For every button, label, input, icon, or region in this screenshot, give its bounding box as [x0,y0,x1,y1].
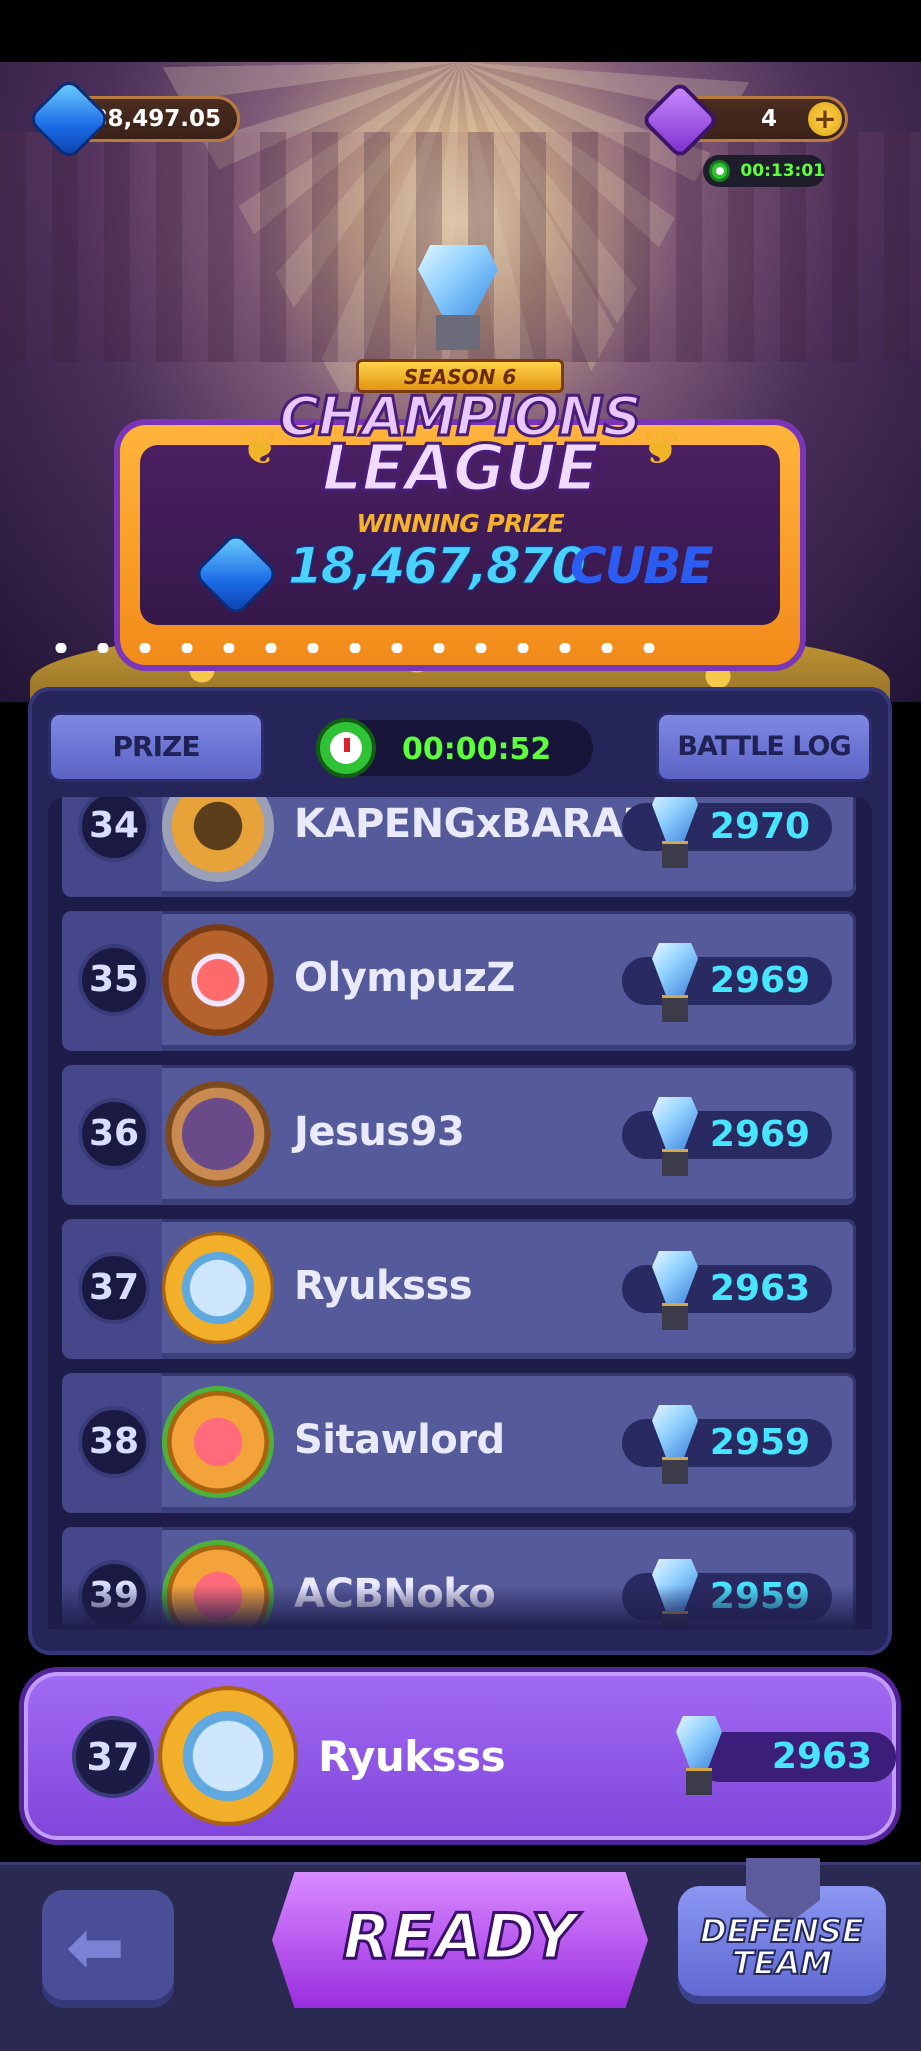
player-score: 2970 [709,806,811,847]
league-title-line2: LEAGUE [320,431,600,508]
my-rank-row[interactable]: 37 Ryuksss 2963 [24,1672,896,1840]
my-rank-badge: 37 [72,1716,154,1798]
player-name: Ryuksss [294,1263,473,1309]
leaderboard-row[interactable]: 39 ACBNoko 2959 [62,1527,856,1629]
winning-prize-unit: CUBE [570,537,714,595]
player-avatar [162,924,274,1036]
player-name: ACBNoko [294,1571,496,1617]
player-name: Jesus93 [294,1109,465,1155]
my-avatar [158,1686,298,1826]
key-balance-value: 4 [760,106,777,132]
player-avatar [162,1078,274,1190]
leaderboard-list[interactable]: 34 KAPENGxBARAKO 2970 35 OlympuzZ 2969 3… [48,797,872,1629]
leaderboard-row[interactable]: 38 Sitawlord 2959 [62,1373,856,1513]
ready-label: READY [341,1899,578,1975]
status-bar [0,0,921,62]
rank-badge: 36 [78,1098,150,1170]
defense-team-label: DEFENSE TEAM [678,1912,886,1982]
player-name: Sitawlord [294,1417,505,1463]
player-name: OlympuzZ [294,955,515,1001]
alarm-clock-icon [316,718,376,778]
trophy-icon [676,1716,722,1796]
leaderboard-row[interactable]: 37 Ryuksss 2963 [62,1219,856,1359]
marquee-lights [40,643,680,653]
cube-balance-value: 88,497.05 [91,106,222,132]
winning-prize-value: 18,467,870 [287,537,586,596]
key-refill-timer-text: 00:13:01 [740,161,825,181]
my-name: Ryuksss [318,1732,506,1781]
rank-badge: 37 [78,1252,150,1324]
clock-icon [709,160,731,182]
battle-log-button[interactable]: BATTLE LOG [656,712,872,782]
rank-badge: 39 [78,1560,150,1629]
player-score: 2969 [709,1114,811,1155]
back-button[interactable]: ⬅ [42,1890,174,2008]
key-refill-timer: 00:13:01 [703,155,825,187]
player-avatar [162,797,274,882]
defense-team-line1: DEFENSE [699,1912,865,1950]
rank-badge: 35 [78,944,150,1016]
player-avatar [162,1386,274,1498]
player-score: 2969 [709,960,811,1001]
add-keys-button[interactable]: + [808,102,842,136]
leaderboard-row[interactable]: 36 Jesus93 2969 [62,1065,856,1205]
my-score: 2963 [771,1736,873,1777]
player-score: 2959 [709,1576,811,1617]
season-timer-text: 00:00:52 [402,732,552,767]
leaderboard-row[interactable]: 34 KAPENGxBARAKO 2970 [62,797,856,897]
player-avatar [162,1540,274,1629]
player-score: 2959 [709,1422,811,1463]
player-score: 2963 [709,1268,811,1309]
trophy-icon [408,245,508,360]
leaderboard-row[interactable]: 35 OlympuzZ 2969 [62,911,856,1051]
defense-team-line2: TEAM [731,1944,833,1982]
rank-badge: 38 [78,1406,150,1478]
winning-prize-label: WINNING PRIZE [356,509,564,538]
arrow-left-icon: ⬅ [66,1906,125,1988]
prize-button[interactable]: PRIZE [48,712,264,782]
player-avatar [162,1232,274,1344]
